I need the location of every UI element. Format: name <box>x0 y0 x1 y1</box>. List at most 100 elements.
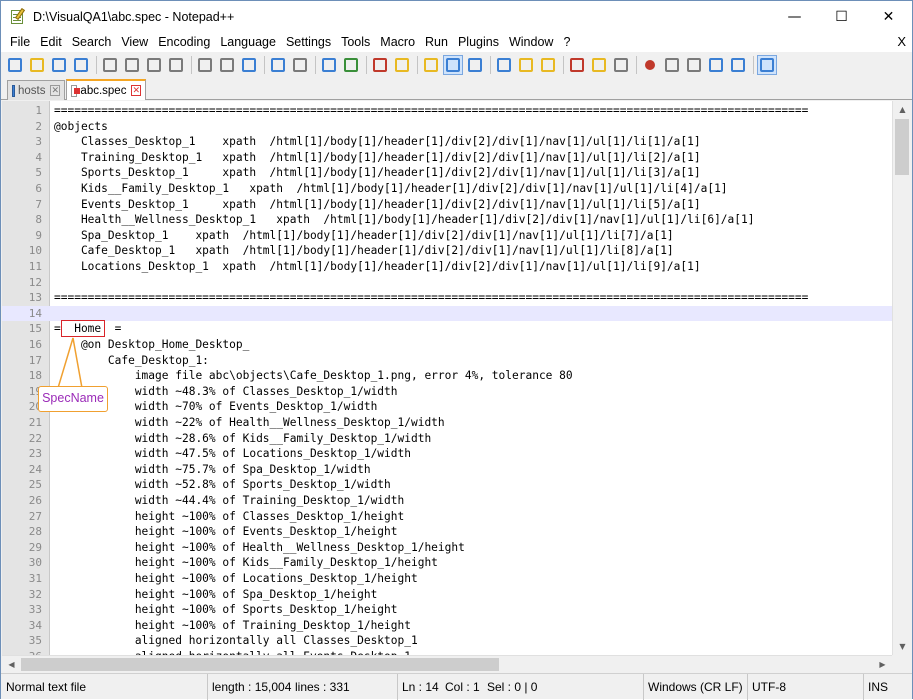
code-line[interactable]: 23 width ~47.5% of Locations_Desktop_1/w… <box>2 446 892 462</box>
paste-icon[interactable] <box>217 55 237 75</box>
code-line[interactable]: 25 width ~52.8% of Sports_Desktop_1/widt… <box>2 477 892 493</box>
playback-icon[interactable] <box>684 55 704 75</box>
code-line[interactable]: 29 height ~100% of Health__Wellness_Desk… <box>2 540 892 556</box>
code-line[interactable]: 24 width ~75.7% of Spa_Desktop_1/width <box>2 462 892 478</box>
vertical-scroll-thumb[interactable] <box>895 119 909 175</box>
horizontal-scrollbar[interactable]: ◀ ▶ <box>2 655 892 672</box>
scroll-right-icon[interactable]: ▶ <box>873 656 892 673</box>
scroll-down-icon[interactable]: ▼ <box>893 638 912 655</box>
code-line[interactable]: 8 Health__Wellness_Desktop_1 xpath /html… <box>2 212 892 228</box>
undo-icon[interactable] <box>239 55 259 75</box>
code-line[interactable]: 28 height ~100% of Events_Desktop_1/heig… <box>2 524 892 540</box>
code-line[interactable]: 30 height ~100% of Kids__Family_Desktop_… <box>2 555 892 571</box>
code-line[interactable]: 9 Spa_Desktop_1 xpath /html[1]/body[1]/h… <box>2 228 892 244</box>
zoom-out-icon[interactable] <box>370 55 390 75</box>
tab-abc-spec[interactable]: abc.spec ✕ <box>66 79 146 100</box>
tab-hosts[interactable]: hosts ✕ <box>7 80 65 100</box>
code-line[interactable]: 12 <box>2 275 892 291</box>
sync-horizontal-icon[interactable] <box>421 55 441 75</box>
save-macro-icon[interactable] <box>728 55 748 75</box>
code-line[interactable]: 20 width ~70% of Events_Desktop_1/width <box>2 399 892 415</box>
new-file-icon[interactable] <box>5 55 25 75</box>
code-line[interactable]: 16 @on Desktop_Home_Desktop_ <box>2 337 892 353</box>
user-language-icon[interactable] <box>516 55 536 75</box>
code-line[interactable]: 17 Cafe_Desktop_1: <box>2 353 892 369</box>
code-line[interactable]: 1 =======================================… <box>2 103 892 119</box>
code-line[interactable]: 3 Classes_Desktop_1 xpath /html[1]/body[… <box>2 134 892 150</box>
notepad-app-icon[interactable] <box>9 7 26 25</box>
minimize-button[interactable]: — <box>771 1 818 32</box>
close-tab-icon[interactable]: ✕ <box>131 85 141 96</box>
code-line[interactable]: 34 height ~100% of Training_Desktop_1/he… <box>2 618 892 634</box>
menu-view[interactable]: View <box>116 32 153 52</box>
code-line[interactable]: 33 height ~100% of Sports_Desktop_1/heig… <box>2 602 892 618</box>
close-window-button[interactable]: ✕ <box>865 1 912 32</box>
code-line[interactable]: 27 height ~100% of Classes_Desktop_1/hei… <box>2 509 892 525</box>
vertical-scrollbar[interactable]: ▲ ▼ <box>892 101 911 655</box>
close-all-icon[interactable] <box>122 55 142 75</box>
menu-settings[interactable]: Settings <box>281 32 336 52</box>
close-icon[interactable] <box>100 55 120 75</box>
menu-window[interactable]: Window <box>504 32 558 52</box>
menu-plugins[interactable]: Plugins <box>453 32 504 52</box>
zoom-in-icon[interactable] <box>341 55 361 75</box>
scroll-up-icon[interactable]: ▲ <box>893 101 912 118</box>
indent-guide-icon[interactable] <box>494 55 514 75</box>
copy-icon[interactable] <box>195 55 215 75</box>
code-line[interactable]: 13 ======================================… <box>2 290 892 306</box>
code-line[interactable]: 7 Events_Desktop_1 xpath /html[1]/body[1… <box>2 197 892 213</box>
status-encoding[interactable]: UTF-8 <box>747 674 863 700</box>
code-line[interactable]: 2 @objects <box>2 119 892 135</box>
editor-area[interactable]: 1 =======================================… <box>2 101 892 655</box>
record-macro-icon[interactable] <box>640 55 660 75</box>
menu-edit[interactable]: Edit <box>35 32 67 52</box>
function-list-icon[interactable] <box>567 55 587 75</box>
open-file-icon[interactable] <box>27 55 47 75</box>
code-line[interactable]: 21 width ~22% of Health__Wellness_Deskto… <box>2 415 892 431</box>
code-line[interactable]: 6 Kids__Family_Desktop_1 xpath /html[1]/… <box>2 181 892 197</box>
stop-record-icon[interactable] <box>662 55 682 75</box>
status-insert-mode[interactable]: INS <box>863 674 912 700</box>
scroll-left-icon[interactable]: ◀ <box>2 656 21 673</box>
code-line[interactable]: 5 Sports_Desktop_1 xpath /html[1]/body[1… <box>2 165 892 181</box>
code-line[interactable]: 11 Locations_Desktop_1 xpath /html[1]/bo… <box>2 259 892 275</box>
title-bar[interactable]: D:\VisualQA1\abc.spec - Notepad++ — ☐ ✕ <box>1 1 912 32</box>
code-line[interactable]: 22 width ~28.6% of Kids__Family_Desktop_… <box>2 431 892 447</box>
find-icon[interactable] <box>290 55 310 75</box>
menu-file[interactable]: File <box>5 32 35 52</box>
menu-macro[interactable]: Macro <box>375 32 420 52</box>
cut-icon[interactable] <box>166 55 186 75</box>
menu-help[interactable]: ? <box>558 32 575 52</box>
menu-language[interactable]: Language <box>215 32 281 52</box>
horizontal-scroll-thumb[interactable] <box>21 658 499 671</box>
code-line[interactable]: 15 = Home = <box>2 321 892 337</box>
code-line[interactable]: 18 image file abc\objects\Cafe_Desktop_1… <box>2 368 892 384</box>
maximize-button[interactable]: ☐ <box>818 1 865 32</box>
run-macro-multiple-icon[interactable] <box>706 55 726 75</box>
sync-vertical-icon[interactable] <box>392 55 412 75</box>
save-icon[interactable] <box>49 55 69 75</box>
close-tab-icon[interactable]: ✕ <box>50 85 60 96</box>
menu-tools[interactable]: Tools <box>336 32 375 52</box>
save-all-icon[interactable] <box>71 55 91 75</box>
code-line[interactable]: 26 width ~44.4% of Training_Desktop_1/wi… <box>2 493 892 509</box>
monitor-icon[interactable] <box>611 55 631 75</box>
code-line[interactable]: 35 aligned horizontally all Classes_Desk… <box>2 633 892 649</box>
print-icon[interactable] <box>144 55 164 75</box>
code-line[interactable]: 31 height ~100% of Locations_Desktop_1/h… <box>2 571 892 587</box>
word-wrap-icon[interactable] <box>443 55 463 75</box>
code-line[interactable]: 10 Cafe_Desktop_1 xpath /html[1]/body[1]… <box>2 243 892 259</box>
menu-search[interactable]: Search <box>67 32 117 52</box>
doc-map-icon[interactable] <box>538 55 558 75</box>
redo-icon[interactable] <box>268 55 288 75</box>
show-all-chars-icon[interactable] <box>465 55 485 75</box>
close-document-button[interactable]: X <box>897 32 906 52</box>
code-line[interactable]: 14 <box>2 305 892 322</box>
code-line[interactable]: 32 height ~100% of Spa_Desktop_1/height <box>2 587 892 603</box>
spell-check-icon[interactable] <box>757 55 777 75</box>
menu-encoding[interactable]: Encoding <box>153 32 215 52</box>
status-eol[interactable]: Windows (CR LF) <box>643 674 747 700</box>
replace-icon[interactable] <box>319 55 339 75</box>
folder-workspace-icon[interactable] <box>589 55 609 75</box>
code-line[interactable]: 19 width ~48.3% of Classes_Desktop_1/wid… <box>2 384 892 400</box>
